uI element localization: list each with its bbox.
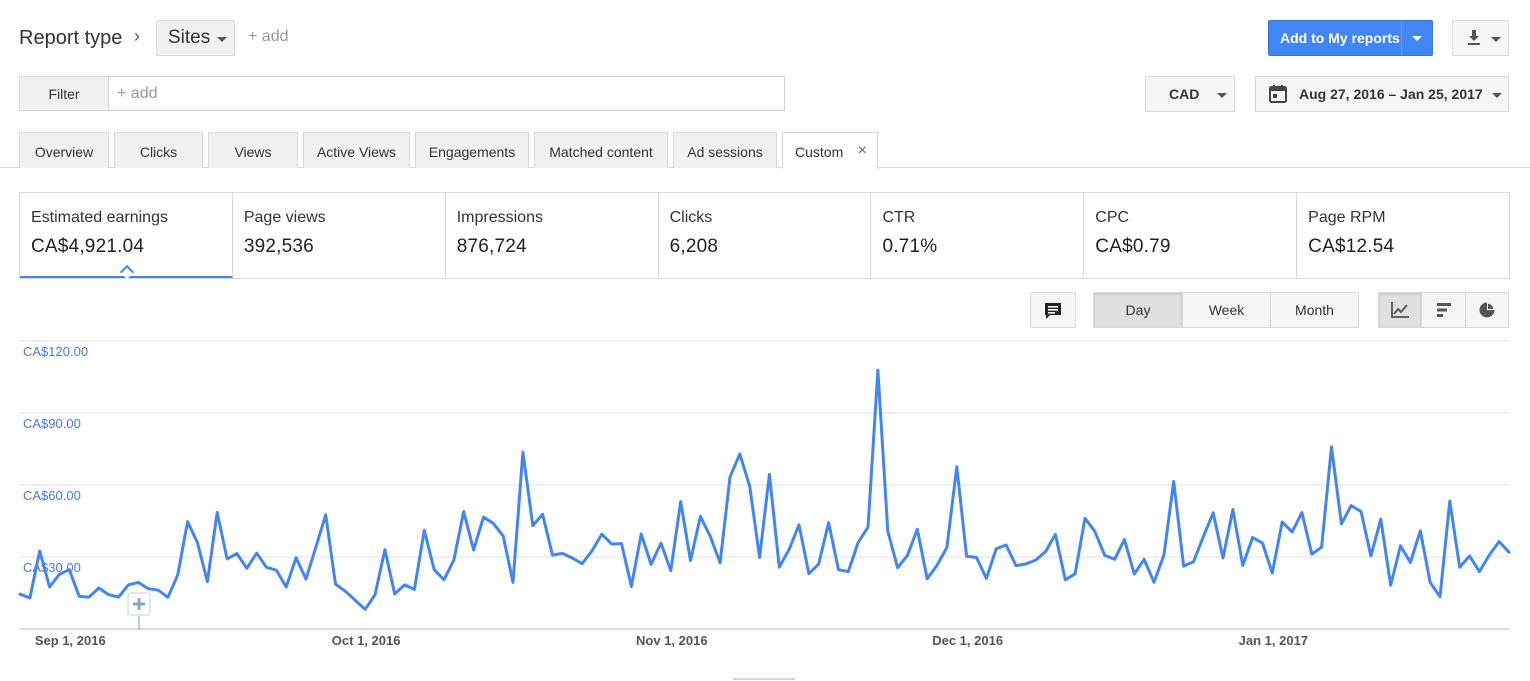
x-tick-label: Nov 1, 2016 bbox=[636, 633, 708, 648]
annotation-button[interactable] bbox=[1030, 292, 1076, 328]
breadcrumb-separator: › bbox=[134, 26, 140, 46]
bar-chart-icon bbox=[1436, 303, 1451, 317]
comment-icon bbox=[1045, 303, 1061, 319]
metric-name: CPC bbox=[1095, 209, 1130, 226]
caret-down-icon bbox=[217, 37, 227, 42]
date-range-label: Aug 27, 2016 – Jan 25, 2017 bbox=[1299, 86, 1483, 102]
granularity-month-button[interactable]: Month bbox=[1270, 292, 1359, 328]
metric-value: 392,536 bbox=[243, 236, 314, 257]
metric-card-impressions[interactable]: Impressions 876,724 bbox=[446, 193, 659, 278]
metric-value: 6,208 bbox=[669, 236, 719, 257]
currency-dropdown[interactable]: CAD bbox=[1145, 76, 1235, 112]
caret-down-icon bbox=[1491, 37, 1501, 42]
tab-matched-content[interactable]: Matched content bbox=[534, 132, 668, 168]
metric-card-estimated-earnings[interactable]: Estimated earnings CA$4,921.04 bbox=[20, 193, 233, 280]
page-title: Report type bbox=[19, 27, 123, 49]
add-to-my-reports-button[interactable]: Add to My reports bbox=[1268, 20, 1433, 56]
y-tick-label: CA$120.00 bbox=[23, 344, 88, 359]
y-tick-label: CA$60.00 bbox=[23, 488, 81, 503]
y-tick-label: CA$90.00 bbox=[23, 416, 81, 431]
x-tick-label: Jan 1, 2017 bbox=[1239, 633, 1308, 648]
metric-value: CA$0.79 bbox=[1095, 236, 1171, 257]
caret-down-icon bbox=[1492, 93, 1502, 98]
tab-custom[interactable]: Custom × bbox=[782, 132, 878, 169]
metric-name: Estimated earnings bbox=[31, 209, 168, 226]
line-chart-icon bbox=[1391, 302, 1409, 318]
caret-down-icon bbox=[1217, 93, 1227, 98]
download-icon bbox=[1468, 30, 1480, 45]
calendar-icon bbox=[1269, 85, 1287, 103]
tab-engagements[interactable]: Engagements bbox=[415, 132, 529, 168]
metric-card-clicks[interactable]: Clicks 6,208 bbox=[659, 193, 872, 278]
dimension-dropdown[interactable]: Sites bbox=[156, 20, 235, 56]
metric-card-page-views[interactable]: Page views 392,536 bbox=[233, 193, 446, 278]
earnings-series-line bbox=[18, 368, 1511, 611]
x-tick-label: Oct 1, 2016 bbox=[332, 633, 401, 648]
tab-active-views[interactable]: Active Views bbox=[303, 132, 410, 168]
add-dimension-link[interactable]: + add bbox=[248, 28, 288, 46]
metric-card-cpc[interactable]: CPC CA$0.79 bbox=[1084, 193, 1298, 278]
currency-label: CAD bbox=[1169, 86, 1200, 102]
granularity-day-button[interactable]: Day bbox=[1093, 292, 1183, 328]
metric-value: CA$4,921.04 bbox=[31, 236, 145, 257]
date-range-picker[interactable]: Aug 27, 2016 – Jan 25, 2017 bbox=[1255, 76, 1509, 112]
pie-chart-button[interactable] bbox=[1465, 292, 1509, 328]
caret-down-icon[interactable] bbox=[1412, 36, 1422, 41]
x-tick-label: Dec 1, 2016 bbox=[932, 633, 1003, 648]
metric-card-page-rpm[interactable]: Page RPM CA$12.54 bbox=[1297, 193, 1509, 278]
bar-chart-button[interactable] bbox=[1421, 292, 1466, 328]
tab-views[interactable]: Views bbox=[208, 132, 298, 168]
add-to-my-reports-label: Add to My reports bbox=[1280, 30, 1400, 46]
metric-name: Page views bbox=[243, 209, 326, 226]
metric-card-ctr[interactable]: CTR 0.71% bbox=[871, 193, 1085, 278]
metric-value: 0.71% bbox=[882, 236, 938, 257]
pie-chart-icon bbox=[1479, 302, 1495, 318]
y-tick-label: CA$30.00 bbox=[23, 560, 81, 575]
dimension-label: Sites bbox=[168, 27, 211, 48]
earnings-line-chart: CA$30.00 CA$60.00 CA$90.00 CA$120.00 Sep 1, … bbox=[18, 340, 1511, 680]
selected-indicator bbox=[119, 264, 135, 280]
filter-input[interactable]: + add bbox=[108, 76, 785, 111]
metric-name: Clicks bbox=[669, 209, 713, 226]
tab-clicks[interactable]: Clicks bbox=[114, 132, 203, 168]
close-icon[interactable]: × bbox=[858, 142, 867, 160]
metric-value: CA$12.54 bbox=[1308, 236, 1395, 257]
button-divider bbox=[1401, 21, 1402, 55]
line-chart-button[interactable] bbox=[1378, 292, 1422, 328]
metric-name: CTR bbox=[882, 209, 916, 226]
x-tick-label: Sep 1, 2016 bbox=[35, 633, 106, 648]
tab-ad-sessions[interactable]: Ad sessions bbox=[673, 132, 777, 168]
metric-value: 876,724 bbox=[456, 236, 527, 257]
metric-cards: Estimated earnings CA$4,921.04 Page view… bbox=[19, 192, 1510, 280]
metric-name: Page RPM bbox=[1308, 209, 1386, 226]
filter-button[interactable]: Filter bbox=[19, 76, 109, 111]
tab-custom-label: Custom bbox=[795, 144, 844, 160]
tab-overview[interactable]: Overview bbox=[19, 132, 109, 168]
metric-name: Impressions bbox=[456, 209, 543, 226]
download-button[interactable] bbox=[1452, 20, 1509, 56]
granularity-week-button[interactable]: Week bbox=[1182, 292, 1271, 328]
